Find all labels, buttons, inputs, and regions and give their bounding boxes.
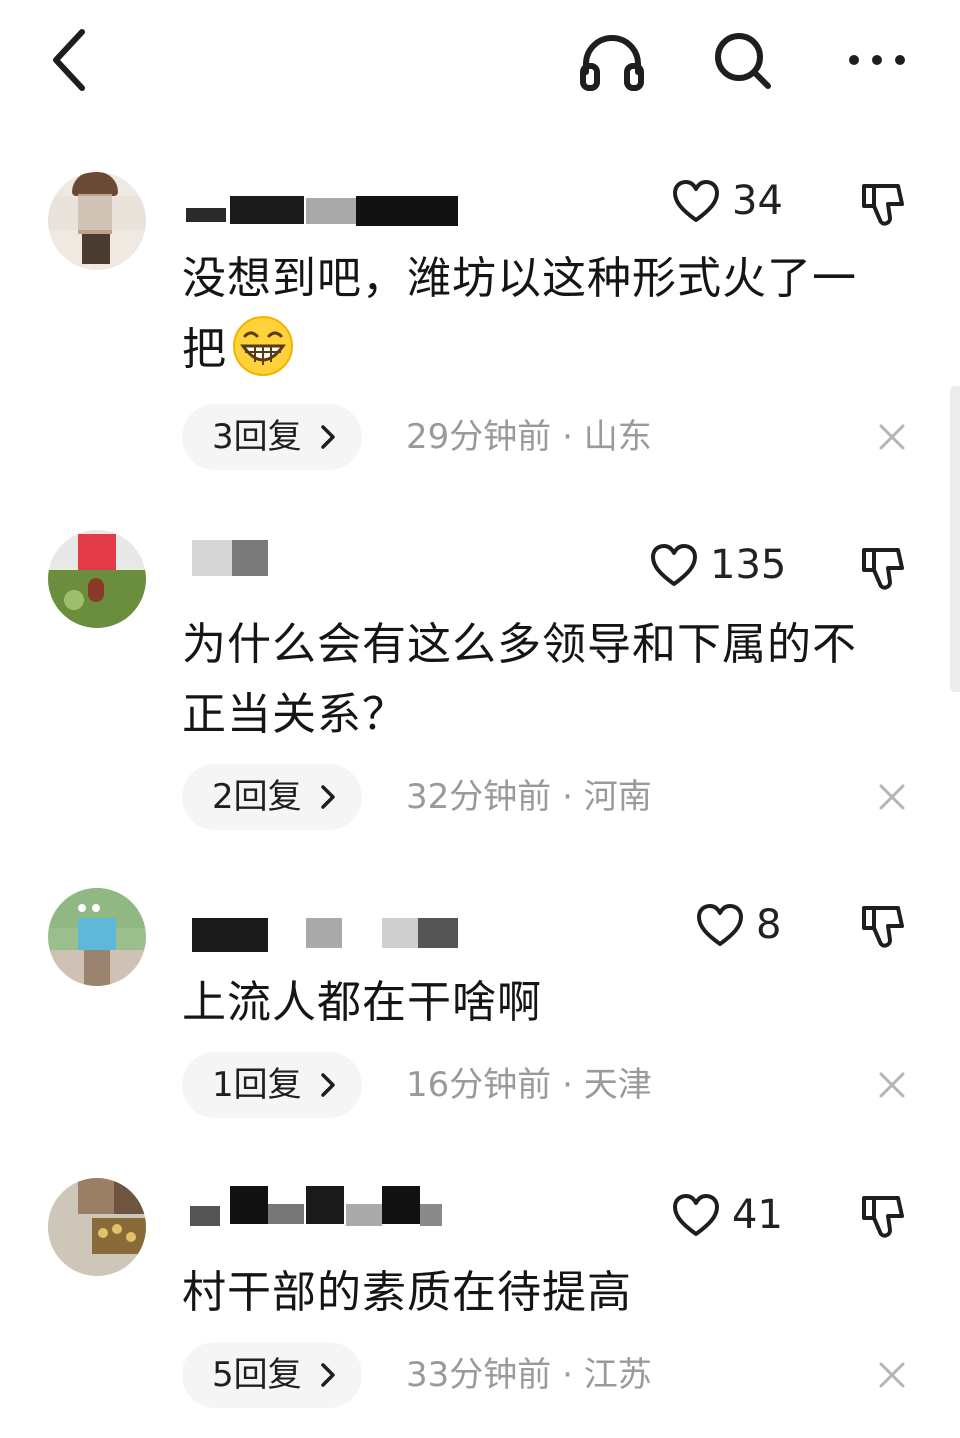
headphones-icon (580, 35, 644, 91)
replies-button[interactable]: 1回复 (182, 1052, 362, 1118)
heart-icon (651, 544, 697, 586)
comment-text-line: 为什么会有这么多领导和下属的不 (182, 619, 857, 670)
comment-meta: 33分钟前 · 江苏 (406, 1342, 652, 1408)
dislike-button[interactable] (858, 544, 908, 594)
top-bar (0, 0, 960, 120)
avatar[interactable] (48, 172, 146, 270)
chevron-right-icon (321, 1073, 335, 1097)
comment-location: 江苏 (583, 1355, 652, 1395)
comment-meta: 16分钟前 · 天津 (406, 1052, 652, 1118)
comment-text-line-2-text: 把 (182, 324, 227, 375)
scrollbar[interactable] (950, 386, 960, 692)
close-icon[interactable] (876, 781, 908, 813)
comment-time: 29分钟前 (406, 417, 552, 457)
heart-icon (697, 904, 743, 946)
thumbs-down-icon (862, 1196, 904, 1238)
thumbs-down-icon (862, 548, 904, 590)
meta-separator: · (562, 777, 573, 817)
search-icon (715, 33, 771, 89)
avatar[interactable] (48, 888, 146, 986)
username[interactable] (186, 1186, 476, 1226)
grinning-face-icon (233, 316, 293, 376)
like-count: 34 (732, 178, 783, 224)
comment-meta: 29分钟前 · 山东 (406, 404, 652, 470)
meta-separator: · (562, 1065, 573, 1105)
comment-text: 村干部的素质在待提高 (182, 1258, 908, 1328)
comment-text: 没想到吧，潍坊以这种形式火了一 把 (182, 244, 908, 385)
chevron-right-icon (321, 785, 335, 809)
comment-text-line-2: 正当关系？ (182, 689, 407, 740)
dislike-button[interactable] (858, 1192, 908, 1242)
meta-separator: · (562, 1355, 573, 1395)
chevron-left-icon (53, 29, 85, 91)
comment-text-line: 村干部的素质在待提高 (182, 1267, 632, 1318)
chevron-right-icon (321, 425, 335, 449)
username[interactable] (186, 914, 476, 954)
search-button[interactable] (708, 28, 778, 94)
username[interactable] (186, 190, 476, 230)
comment-text-line: 上流人都在干啥啊 (182, 977, 542, 1028)
close-icon[interactable] (876, 1359, 908, 1391)
replies-label: 2回复 (212, 777, 302, 817)
like-count: 135 (710, 542, 787, 588)
like-count: 8 (756, 902, 782, 948)
replies-button[interactable]: 3回复 (182, 404, 362, 470)
like-button[interactable]: 34 (672, 176, 792, 226)
meta-separator: · (562, 417, 573, 457)
replies-label: 3回复 (212, 417, 302, 457)
replies-button[interactable]: 5回复 (182, 1342, 362, 1408)
comment-text: 为什么会有这么多领导和下属的不 正当关系？ (182, 610, 908, 750)
avatar[interactable] (48, 1178, 146, 1276)
dislike-button[interactable] (858, 180, 908, 230)
comment-time: 33分钟前 (406, 1355, 552, 1395)
comment-location: 山东 (583, 417, 652, 457)
username[interactable] (186, 538, 476, 578)
dislike-button[interactable] (858, 902, 908, 952)
comment-location: 天津 (583, 1065, 652, 1105)
comment-text-line: 没想到吧，潍坊以这种形式火了一 (182, 253, 857, 304)
avatar[interactable] (48, 530, 146, 628)
comment-text-line-2: 把 (182, 314, 908, 385)
more-dots-icon (849, 55, 905, 65)
replies-label: 1回复 (212, 1065, 302, 1105)
like-button[interactable]: 41 (672, 1190, 792, 1240)
more-button[interactable] (842, 38, 912, 82)
heart-icon (673, 180, 719, 222)
thumbs-down-icon (862, 906, 904, 948)
heart-icon (673, 1194, 719, 1236)
comment-location: 河南 (583, 777, 652, 817)
chevron-right-icon (321, 1363, 335, 1387)
like-button[interactable]: 135 (650, 540, 800, 590)
listen-button[interactable] (578, 28, 646, 94)
comment-time: 32分钟前 (406, 777, 552, 817)
thumbs-down-icon (862, 184, 904, 226)
close-icon[interactable] (876, 421, 908, 453)
comment-text: 上流人都在干啥啊 (182, 968, 908, 1038)
replies-button[interactable]: 2回复 (182, 764, 362, 830)
like-count: 41 (732, 1192, 783, 1238)
back-button[interactable] (44, 26, 104, 94)
replies-label: 5回复 (212, 1355, 302, 1395)
like-button[interactable]: 8 (696, 900, 796, 950)
close-icon[interactable] (876, 1069, 908, 1101)
comment-time: 16分钟前 (406, 1065, 552, 1105)
comment-meta: 32分钟前 · 河南 (406, 764, 652, 830)
